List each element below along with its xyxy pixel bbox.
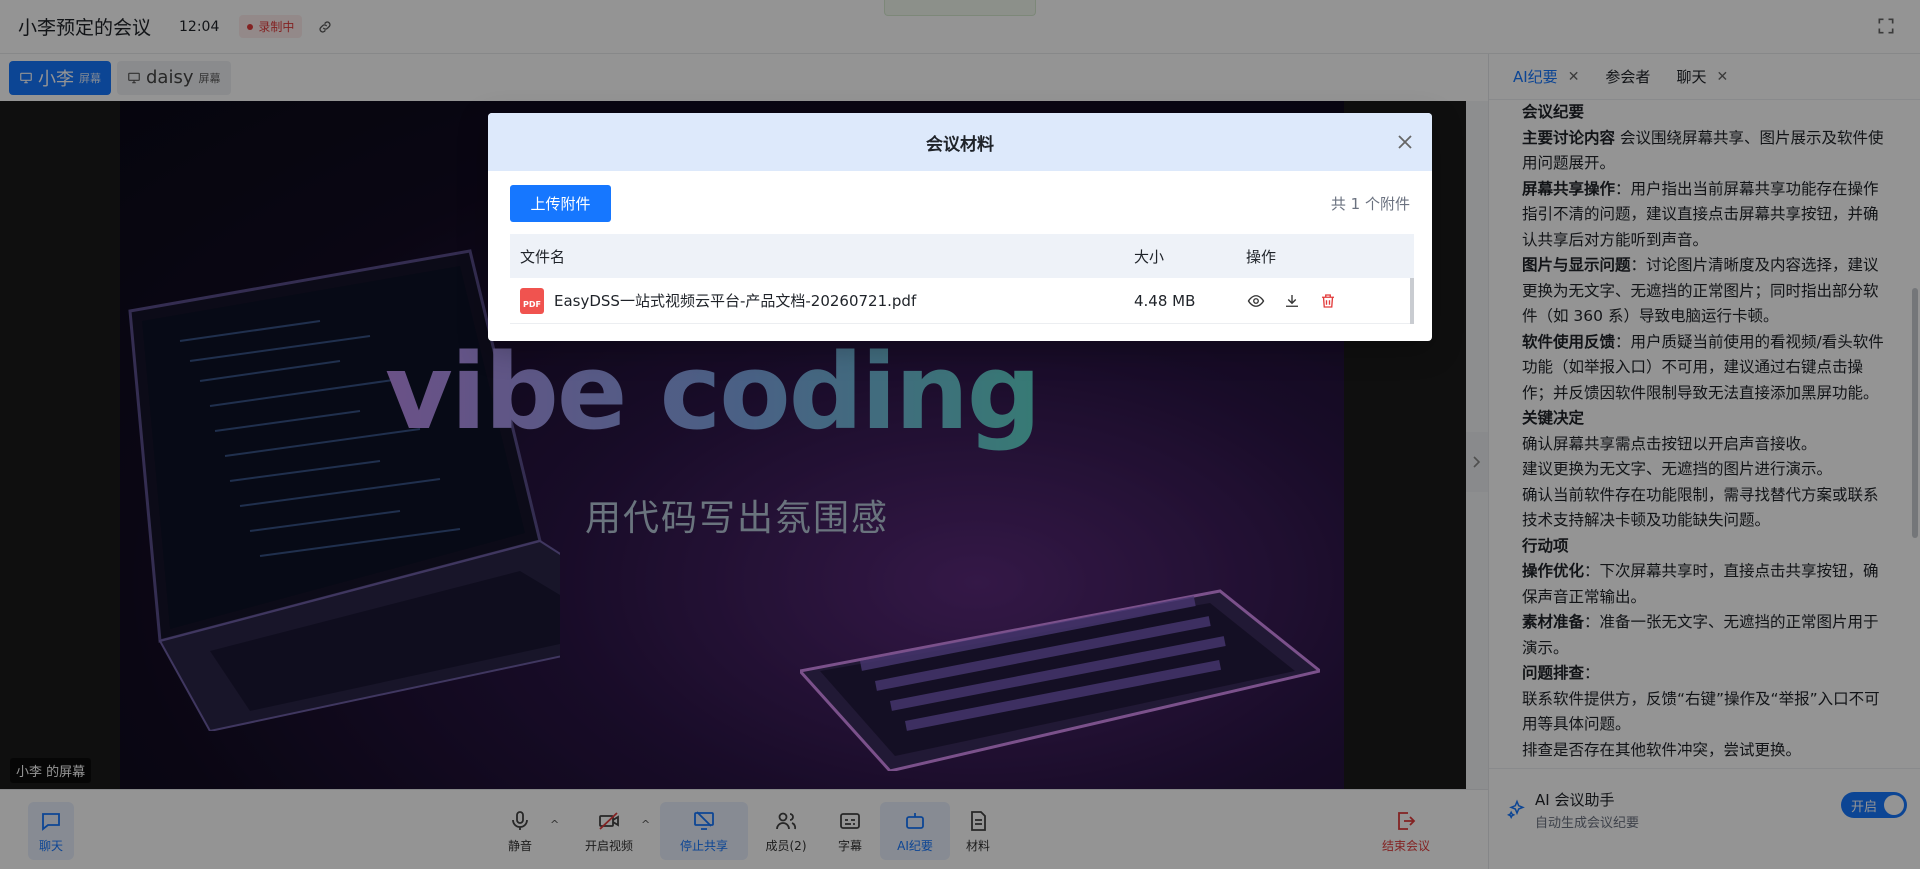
close-icon[interactable] <box>1396 133 1414 151</box>
materials-modal: 会议材料 上传附件 共 1 个附件 文件名 大小 操作 PDF EasyDSS一… <box>488 113 1432 341</box>
download-icon[interactable] <box>1282 291 1302 311</box>
trash-icon[interactable] <box>1318 291 1338 311</box>
column-header-actions: 操作 <box>1246 247 1277 266</box>
table-scrollbar[interactable] <box>1410 278 1414 324</box>
table-header: 文件名 大小 操作 <box>510 234 1414 278</box>
pdf-file-icon: PDF <box>520 287 544 314</box>
file-actions <box>1246 291 1406 311</box>
modal-header: 会议材料 <box>488 113 1432 171</box>
column-header-size: 大小 <box>1134 247 1165 266</box>
table-row: PDF EasyDSS一站式视频云平台-产品文档-20260721.pdf 4.… <box>510 278 1414 324</box>
file-size: 4.48 MB <box>1134 291 1196 310</box>
eye-icon[interactable] <box>1246 291 1266 311</box>
attachment-table: 文件名 大小 操作 PDF EasyDSS一站式视频云平台-产品文档-20260… <box>510 234 1414 324</box>
modal-title: 会议材料 <box>926 134 994 155</box>
column-header-name: 文件名 <box>520 247 566 266</box>
file-name[interactable]: EasyDSS一站式视频云平台-产品文档-20260721.pdf <box>554 290 916 311</box>
upload-attachment-button[interactable]: 上传附件 <box>510 185 611 222</box>
attachment-count: 共 1 个附件 <box>1330 195 1410 213</box>
file-name-cell: PDF EasyDSS一站式视频云平台-产品文档-20260721.pdf <box>510 287 1134 314</box>
